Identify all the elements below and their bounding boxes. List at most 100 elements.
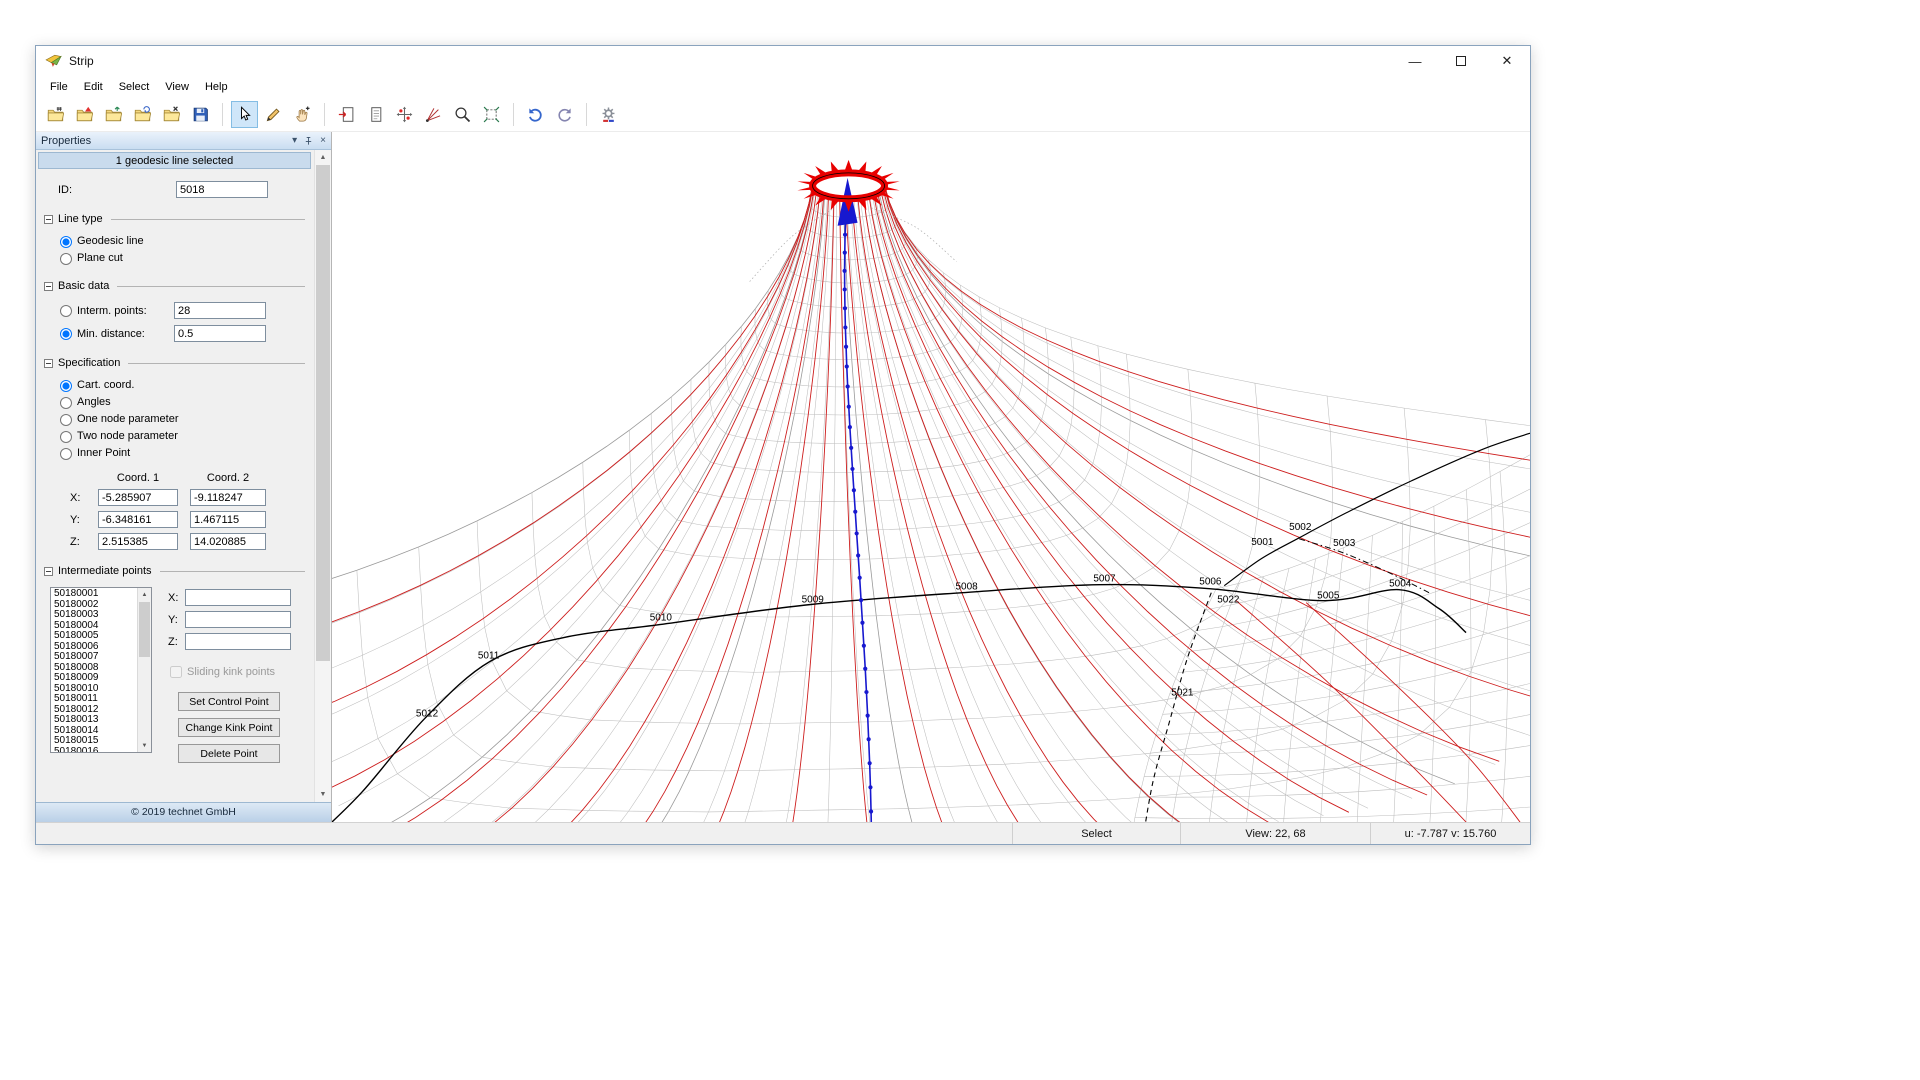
maximize-button[interactable]	[1438, 46, 1484, 76]
collapse-icon[interactable]	[44, 567, 53, 576]
plane-cut-radio-input[interactable]	[60, 253, 72, 265]
toolbar-move-nodes-button[interactable]	[391, 101, 418, 128]
properties-panel-header[interactable]: Properties ▾ ×	[36, 132, 331, 150]
viewport-3d[interactable]: 5010500950085007500650225005500450115012…	[332, 132, 1530, 822]
coord2-y-input[interactable]	[190, 511, 266, 528]
id-input[interactable]	[176, 181, 268, 198]
one-node-parameter-radio[interactable]: One node parameter	[60, 413, 313, 426]
scroll-down-icon[interactable]: ▼	[138, 739, 151, 752]
delete-point-button[interactable]: Delete Point	[178, 744, 280, 763]
list-item[interactable]: 50180011	[51, 694, 137, 705]
geodesic-line-radio[interactable]: Geodesic line	[60, 235, 313, 248]
cart-coord-radio-input[interactable]	[60, 380, 72, 392]
toolbar-zoom-button[interactable]	[449, 101, 476, 128]
coordinates-grid: Coord. 1 Coord. 2 X: Y: Z:	[70, 472, 313, 550]
toolbar-zoom-extents-button[interactable]	[478, 101, 505, 128]
list-item[interactable]: 50180007	[51, 652, 137, 663]
toolbar-pen-button[interactable]	[260, 101, 287, 128]
toolbar-folder-open-delta-button[interactable]	[71, 101, 98, 128]
angles-radio-input[interactable]	[60, 397, 72, 409]
mesh-label: 5001	[1251, 537, 1274, 548]
toolbar-page-export-button[interactable]	[333, 101, 360, 128]
change-kink-point-button[interactable]: Change Kink Point	[178, 718, 280, 737]
point-z-input[interactable]	[185, 633, 291, 650]
pan-hand-icon	[294, 106, 311, 123]
toolbar-folder-new-button[interactable]	[42, 101, 69, 128]
toolbar-folder-import-button[interactable]	[100, 101, 127, 128]
select-cursor-icon	[236, 106, 253, 123]
toolbar-settings-gear-button[interactable]	[595, 101, 622, 128]
coord1-z-input[interactable]	[98, 533, 178, 550]
drawing-canvas[interactable]: 5010500950085007500650225005500450115012…	[332, 132, 1530, 822]
panel-scroll-thumb[interactable]	[316, 165, 330, 661]
two-node-parameter-radio[interactable]: Two node parameter	[60, 430, 313, 443]
list-scrollbar[interactable]: ▲ ▼	[137, 588, 151, 752]
scroll-down-icon[interactable]: ▼	[315, 787, 331, 802]
coord2-x-input[interactable]	[190, 489, 266, 506]
mesh-label: 5008	[955, 582, 978, 593]
toolbar-save-button[interactable]	[187, 101, 214, 128]
plane-cut-radio[interactable]: Plane cut	[60, 252, 313, 265]
sliding-kink-points-checkbox[interactable]: Sliding kink points	[170, 666, 305, 678]
minimize-button[interactable]: —	[1392, 46, 1438, 76]
toolbar-undo-button[interactable]	[522, 101, 549, 128]
toolbar-pan-hand-button[interactable]	[289, 101, 316, 128]
toolbar-rays-button[interactable]	[420, 101, 447, 128]
menu-edit[interactable]: Edit	[76, 78, 111, 96]
intermediate-points-list[interactable]: 5018000150180002501800035018000450180005…	[50, 587, 152, 753]
panel-dropdown-icon[interactable]: ▾	[292, 135, 297, 146]
list-item[interactable]: 50180003	[51, 610, 137, 621]
list-item[interactable]: 50180009	[51, 673, 137, 684]
list-scroll-thumb[interactable]	[139, 602, 150, 657]
panel-scrollbar[interactable]: ▲ ▼	[314, 150, 331, 802]
title-bar[interactable]: Strip — ✕	[36, 46, 1530, 76]
interm-points-radio-input[interactable]	[60, 305, 72, 317]
one-node-parameter-radio-input[interactable]	[60, 414, 72, 426]
section-basic-data: Basic data	[44, 280, 305, 292]
coord1-y-input[interactable]	[98, 511, 178, 528]
interm-points-input[interactable]	[174, 302, 266, 319]
inner-point-radio[interactable]: Inner Point	[60, 447, 313, 460]
min-distance-radio[interactable]: Min. distance:	[60, 328, 174, 340]
list-item[interactable]: 50180001	[51, 589, 137, 600]
cart-coord-radio[interactable]: Cart. coord.	[60, 379, 313, 392]
zoom-icon	[454, 106, 471, 123]
menu-select[interactable]: Select	[111, 78, 158, 96]
coord2-z-input[interactable]	[190, 533, 266, 550]
selected-geodesic-line	[845, 200, 872, 822]
radio-label: Two node parameter	[77, 430, 178, 443]
list-item[interactable]: 50180015	[51, 736, 137, 747]
collapse-icon[interactable]	[44, 215, 53, 224]
set-control-point-button[interactable]: Set Control Point	[178, 692, 280, 711]
scroll-up-icon[interactable]: ▲	[138, 588, 151, 601]
section-rule	[111, 219, 305, 220]
toolbar-folder-recent-button[interactable]	[129, 101, 156, 128]
coord1-x-input[interactable]	[98, 489, 178, 506]
menu-file[interactable]: File	[42, 78, 76, 96]
toolbar-page-button[interactable]	[362, 101, 389, 128]
list-item[interactable]: 50180013	[51, 715, 137, 726]
min-distance-input[interactable]	[174, 325, 266, 342]
menu-help[interactable]: Help	[197, 78, 236, 96]
inner-point-radio-input[interactable]	[60, 448, 72, 460]
list-item[interactable]: 50180005	[51, 631, 137, 642]
angles-radio[interactable]: Angles	[60, 396, 313, 409]
panel-close-icon[interactable]: ×	[320, 135, 326, 146]
panel-pin-icon[interactable]	[304, 136, 313, 146]
list-item[interactable]: 50180016	[51, 747, 137, 753]
point-y-input[interactable]	[185, 611, 291, 628]
geodesic-line-radio-input[interactable]	[60, 236, 72, 248]
toolbar-folder-close-button[interactable]	[158, 101, 185, 128]
mesh-label: 5009	[802, 595, 825, 606]
collapse-icon[interactable]	[44, 282, 53, 291]
min-distance-radio-input[interactable]	[60, 328, 72, 340]
point-x-input[interactable]	[185, 589, 291, 606]
toolbar-select-cursor-button[interactable]	[231, 101, 258, 128]
close-button[interactable]: ✕	[1484, 46, 1530, 76]
collapse-icon[interactable]	[44, 359, 53, 368]
interm-points-radio[interactable]: Interm. points:	[60, 305, 174, 317]
scroll-up-icon[interactable]: ▲	[315, 150, 331, 165]
two-node-parameter-radio-input[interactable]	[60, 431, 72, 443]
toolbar-redo-button[interactable]	[551, 101, 578, 128]
menu-view[interactable]: View	[157, 78, 197, 96]
